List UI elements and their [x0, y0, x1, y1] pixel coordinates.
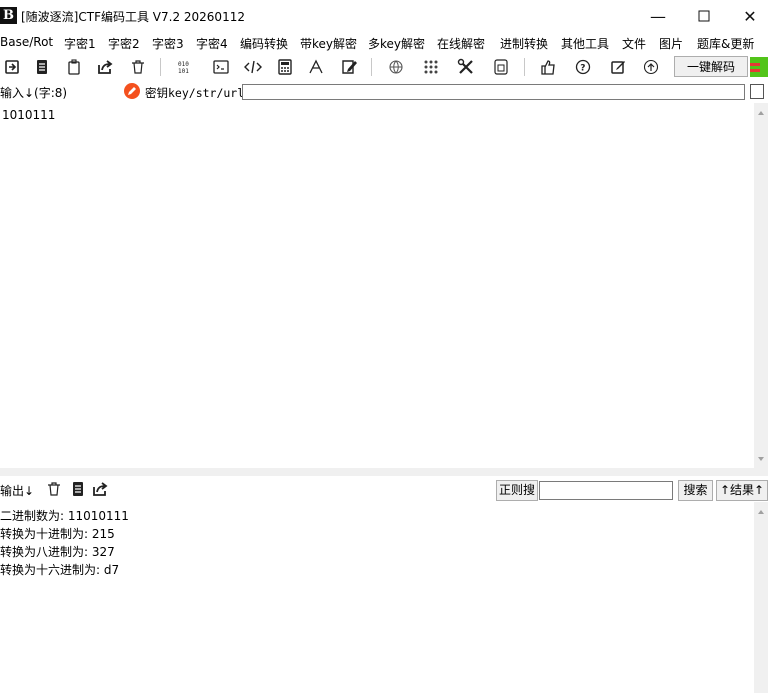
edit-icon[interactable] [608, 57, 628, 77]
scroll-up-icon [758, 510, 764, 514]
input-label: 输入↓(字:8) [0, 86, 68, 100]
svg-text:?: ? [580, 64, 585, 74]
menu-image[interactable]: 图片 [659, 35, 683, 52]
output-textarea[interactable]: 二进制数为: 11010111 转换为十进制为: 215 转换为八进制为: 32… [0, 502, 754, 693]
output-trash-icon[interactable] [44, 479, 64, 499]
document-icon[interactable] [491, 57, 511, 77]
input-textarea[interactable]: 1010111 [0, 103, 754, 468]
tools-icon[interactable] [456, 57, 476, 77]
trash-icon[interactable] [128, 57, 148, 77]
toolbar-separator [524, 58, 525, 76]
app-logo: B [0, 7, 17, 24]
regex-search-button[interactable]: 正则搜 [496, 480, 538, 501]
output-line: 转换为十进制为: 215 [0, 527, 115, 541]
code-icon[interactable] [243, 57, 263, 77]
output-label: 输出↓ [0, 484, 35, 498]
menu-bar: Base/Rot 字密1 字密2 字密3 字密4 编码转换 带key解密 多ke… [0, 33, 768, 53]
menu-base-convert[interactable]: 进制转换 [500, 35, 548, 52]
svg-text:010: 010 [178, 61, 189, 68]
svg-text:101: 101 [178, 68, 189, 75]
output-scrollbar[interactable] [754, 502, 768, 693]
menu-zimi2[interactable]: 字密2 [108, 35, 140, 52]
paste-icon[interactable] [64, 57, 84, 77]
menu-multikey-decrypt[interactable]: 多key解密 [368, 35, 425, 52]
key-input[interactable] [242, 84, 745, 100]
output-line: 转换为八进制为: 327 [0, 545, 115, 559]
search-input[interactable] [539, 481, 673, 500]
result-button[interactable]: ↑结果↑ [716, 480, 768, 501]
copy-all-icon[interactable] [32, 57, 52, 77]
status-flag-icon[interactable] [750, 57, 768, 77]
menu-zimi4[interactable]: 字密4 [196, 35, 228, 52]
menu-file[interactable]: 文件 [622, 35, 646, 52]
menu-key-decrypt[interactable]: 带key解密 [300, 35, 357, 52]
menu-library-update[interactable]: 题库&更新 [697, 35, 754, 52]
one-click-decode-button[interactable]: 一键解码 [674, 56, 748, 77]
help-icon[interactable]: ? [573, 57, 593, 77]
output-share-icon[interactable] [90, 479, 110, 499]
calculator-icon[interactable] [275, 57, 295, 77]
toolbar-separator [371, 58, 372, 76]
maximize-button[interactable] [681, 0, 727, 33]
cursor-select-icon[interactable] [750, 84, 764, 99]
menu-zimi1[interactable]: 字密1 [64, 35, 96, 52]
key-pencil-icon [124, 83, 140, 99]
pane-splitter[interactable] [0, 468, 768, 476]
search-button[interactable]: 搜索 [678, 480, 713, 501]
maximize-icon [698, 10, 710, 22]
globe-icon[interactable] [386, 57, 406, 77]
toolbar: 010 101 ? [0, 53, 768, 81]
title-bar: B [随波逐流]CTF编码工具 V7.2 20260112 — ✕ [0, 0, 768, 33]
menu-zimi3[interactable]: 字密3 [152, 35, 184, 52]
grid-icon[interactable] [421, 57, 441, 77]
close-button[interactable]: ✕ [727, 0, 768, 33]
upload-icon[interactable] [641, 57, 661, 77]
menu-online-decrypt[interactable]: 在线解密 [437, 35, 485, 52]
edit-doc-icon[interactable] [339, 57, 359, 77]
binary-icon[interactable]: 010 101 [175, 57, 195, 77]
output-copy-icon[interactable] [68, 479, 88, 499]
output-line: 转换为十六进制为: d7 [0, 563, 120, 577]
menu-other-tools[interactable]: 其他工具 [561, 35, 609, 52]
input-scrollbar[interactable] [754, 103, 768, 468]
input-text: 1010111 [2, 108, 56, 122]
font-icon[interactable] [306, 57, 326, 77]
share-icon[interactable] [95, 57, 115, 77]
menu-encoding[interactable]: 编码转换 [240, 35, 288, 52]
toolbar-separator [160, 58, 161, 76]
key-label: 密钥key/str/url: [145, 86, 252, 100]
import-icon[interactable] [2, 57, 22, 77]
minimize-button[interactable]: — [635, 0, 681, 33]
terminal-icon[interactable] [211, 57, 231, 77]
scroll-arrows-icon [758, 111, 764, 461]
output-line: 二进制数为: 11010111 [0, 509, 129, 523]
window-title: [随波逐流]CTF编码工具 V7.2 20260112 [21, 10, 245, 24]
thumbs-up-icon[interactable] [538, 57, 558, 77]
menu-base-rot[interactable]: Base/Rot [0, 35, 53, 49]
